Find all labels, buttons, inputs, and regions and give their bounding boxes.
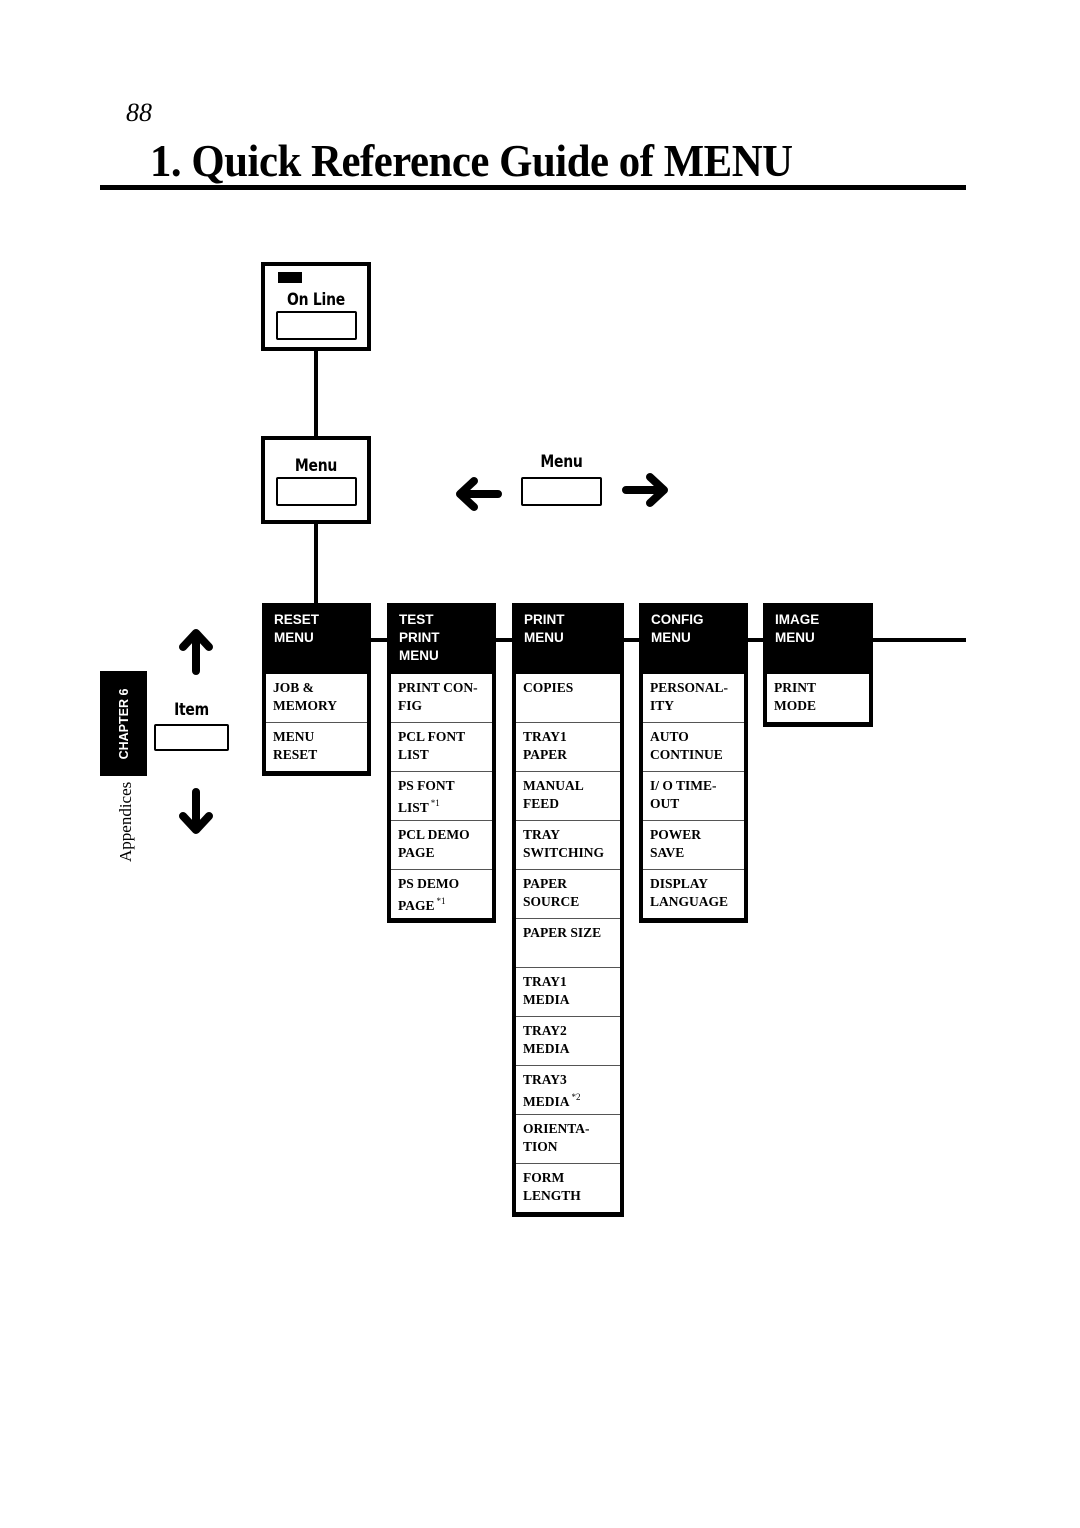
menu-item[interactable]: TRAY2 MEDIA	[516, 1016, 620, 1065]
menu-header[interactable]: IMAGE MENU	[767, 607, 869, 673]
menu-item[interactable]: FORM LENGTH	[516, 1163, 620, 1212]
menu-column-reset: RESET MENU JOB & MEMORY MENU RESET	[262, 603, 371, 776]
menu-item[interactable]: JOB & MEMORY	[266, 673, 367, 722]
item-nav-group: Item	[154, 700, 229, 720]
menu-item[interactable]: PCL DEMO PAGE	[391, 820, 492, 869]
section-label: Appendices	[116, 781, 135, 862]
menu-item-label: DISPLAY LANGUAGE	[650, 876, 729, 909]
menu-item-label: PAPER SIZE	[523, 925, 602, 940]
menu-nav-button[interactable]	[521, 477, 602, 506]
menu-items: COPIES TRAY1 PAPER MANUAL FEED TRAY SWITCHI…	[516, 673, 620, 1212]
menu-item[interactable]: MANUAL FEED	[516, 771, 620, 820]
menu-item-label: PERSONAL- ITY	[650, 680, 729, 713]
menu-item-label: PCL FONT LIST	[398, 729, 466, 762]
menu-item[interactable]: PRINT CON- FIG	[391, 673, 492, 722]
page-title: 1. Quick Reference Guide of MENU	[150, 135, 793, 186]
menu-item-label: PAPER SOURCE	[523, 876, 580, 909]
menu-items: PRINT MODE	[767, 673, 869, 722]
item-nav-button[interactable]	[154, 724, 229, 751]
menu-item[interactable]: TRAY1 MEDIA	[516, 967, 620, 1016]
online-indicator-led	[278, 272, 302, 283]
menu-item-label: PRINT CON- FIG	[398, 680, 478, 713]
menu-items: PRINT CON- FIG PCL FONT LIST PS FONT LIST *…	[391, 673, 492, 918]
menu-item[interactable]: DISPLAY LANGUAGE	[643, 869, 744, 918]
menu-key-panel: Menu	[261, 436, 371, 524]
menu-column-image: IMAGE MENU PRINT MODE	[763, 603, 873, 727]
arrow-down-icon	[178, 788, 214, 836]
menu-items: JOB & MEMORY MENU RESET	[266, 673, 367, 771]
menu-item-label: PS DEMO PAGE	[398, 876, 460, 913]
menu-item-label: TRAY2 MEDIA	[523, 1023, 570, 1056]
menu-item[interactable]: TRAY SWITCHING	[516, 820, 620, 869]
page-number: 88	[126, 98, 152, 127]
arrow-right-icon	[622, 472, 670, 508]
menu-item-label: FORM LENGTH	[523, 1170, 581, 1203]
menu-item[interactable]: ORIENTA- TION	[516, 1114, 620, 1163]
menu-item-label: PS FONT LIST	[398, 778, 455, 815]
menu-header[interactable]: CONFIG MENU	[643, 607, 744, 673]
footnote-marker: *1	[436, 895, 446, 906]
menu-item[interactable]: PS DEMO PAGE *1	[391, 869, 492, 918]
online-key-panel: On Line	[261, 262, 371, 351]
menu-item[interactable]: TRAY3 MEDIA *2	[516, 1065, 620, 1114]
menu-item-label: MENU RESET	[273, 729, 318, 762]
menu-item-label: MANUAL FEED	[523, 778, 584, 811]
connector-line	[314, 350, 318, 438]
menu-item[interactable]: PERSONAL- ITY	[643, 673, 744, 722]
arrow-left-icon	[454, 476, 502, 512]
online-key-label: On Line	[287, 290, 345, 310]
menu-item-label: TRAY1 PAPER	[523, 729, 567, 762]
menu-header[interactable]: RESET MENU	[266, 607, 367, 673]
menu-item-label: I/ O TIME- OUT	[650, 778, 717, 811]
online-button[interactable]	[276, 311, 357, 340]
menu-item[interactable]: AUTO CONTINUE	[643, 722, 744, 771]
menu-item-label: TRAY SWITCHING	[523, 827, 605, 860]
menu-item-label: PCL DEMO PAGE	[398, 827, 470, 860]
menu-item-label: PRINT MODE	[774, 680, 817, 713]
menu-item-label: AUTO CONTINUE	[650, 729, 723, 762]
title-rule	[100, 185, 966, 190]
menu-item-label: POWER SAVE	[650, 827, 702, 860]
menu-column-config: CONFIG MENU PERSONAL- ITY AUTO CONTINUE I/…	[639, 603, 748, 923]
footnote-marker: *2	[571, 1091, 581, 1102]
menu-button[interactable]	[276, 477, 357, 506]
menu-item[interactable]: PCL FONT LIST	[391, 722, 492, 771]
menu-item[interactable]: PAPER SIZE	[516, 918, 620, 967]
menu-header[interactable]: PRINT MENU	[516, 607, 620, 673]
menu-key-label: Menu	[294, 456, 338, 476]
menu-item-label: ORIENTA- TION	[523, 1121, 590, 1154]
menu-item[interactable]: TRAY1 PAPER	[516, 722, 620, 771]
menu-item-label: TRAY1 MEDIA	[523, 974, 570, 1007]
menu-item[interactable]: COPIES	[516, 673, 620, 722]
menu-item[interactable]: POWER SAVE	[643, 820, 744, 869]
menu-item-label: JOB & MEMORY	[273, 680, 338, 713]
item-nav-label: Item	[174, 700, 209, 720]
menu-column-print: PRINT MENU COPIES TRAY1 PAPER MANUAL FEED T…	[512, 603, 624, 1217]
menu-item[interactable]: PRINT MODE	[767, 673, 869, 722]
menu-header[interactable]: TEST PRINT MENU	[391, 607, 492, 673]
menu-column-test-print: TEST PRINT MENU PRINT CON- FIG PCL FONT L…	[387, 603, 496, 923]
menu-item-label: COPIES	[523, 680, 574, 695]
footnote-marker: *1	[430, 797, 440, 808]
menu-nav-label: Menu	[540, 452, 583, 472]
chapter-tab: CHAPTER 6	[100, 671, 147, 776]
menu-item[interactable]: I/ O TIME- OUT	[643, 771, 744, 820]
menu-item-label: TRAY3 MEDIA	[523, 1072, 570, 1109]
arrow-up-icon	[178, 627, 214, 675]
chapter-label: CHAPTER 6	[116, 688, 131, 759]
menu-items: PERSONAL- ITY AUTO CONTINUE I/ O TIME- OUT…	[643, 673, 744, 918]
connector-line	[314, 523, 318, 605]
menu-item[interactable]: PAPER SOURCE	[516, 869, 620, 918]
menu-nav-group: Menu	[521, 452, 602, 472]
menu-item[interactable]: PS FONT LIST *1	[391, 771, 492, 820]
menu-item[interactable]: MENU RESET	[266, 722, 367, 771]
